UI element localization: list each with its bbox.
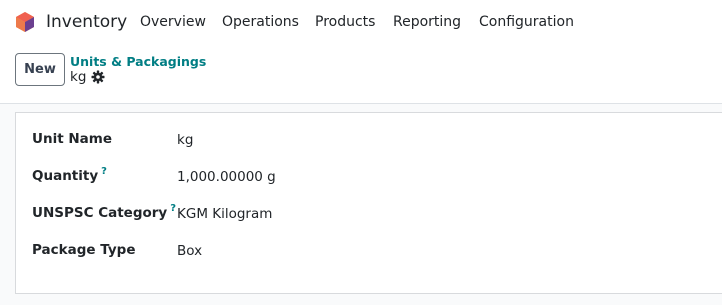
package-type-label: Package Type <box>32 242 136 258</box>
quantity-help-icon[interactable]: ? <box>101 166 107 177</box>
new-button[interactable]: New <box>15 53 65 86</box>
breadcrumb-units-packagings[interactable]: Units & Packagings <box>70 54 206 69</box>
top-navbar: Inventory Overview Operations Products R… <box>0 0 722 44</box>
quantity-label: Quantity? <box>32 166 107 184</box>
menu-configuration[interactable]: Configuration <box>479 13 574 31</box>
unspsc-help-icon[interactable]: ? <box>170 203 176 214</box>
inventory-app-icon[interactable] <box>15 12 35 32</box>
unit-name-label: Unit Name <box>32 131 112 147</box>
control-panel: New Units & Packagings kg <box>0 44 722 104</box>
menu-overview[interactable]: Overview <box>140 13 206 31</box>
record-title: kg <box>70 69 87 85</box>
unspsc-category-label: UNSPSC Category? <box>32 203 177 221</box>
form-sheet <box>15 112 722 294</box>
menu-products[interactable]: Products <box>315 13 375 31</box>
unspsc-category-value[interactable]: KGM Kilogram <box>177 206 272 223</box>
quantity-value[interactable]: 1,000.00000 g <box>177 169 276 186</box>
package-type-value[interactable]: Box <box>177 243 202 260</box>
unit-name-value[interactable]: kg <box>177 132 193 149</box>
menu-operations[interactable]: Operations <box>222 13 299 31</box>
menu-reporting[interactable]: Reporting <box>393 13 461 31</box>
gear-icon[interactable] <box>91 70 105 84</box>
app-name[interactable]: Inventory <box>46 12 127 32</box>
